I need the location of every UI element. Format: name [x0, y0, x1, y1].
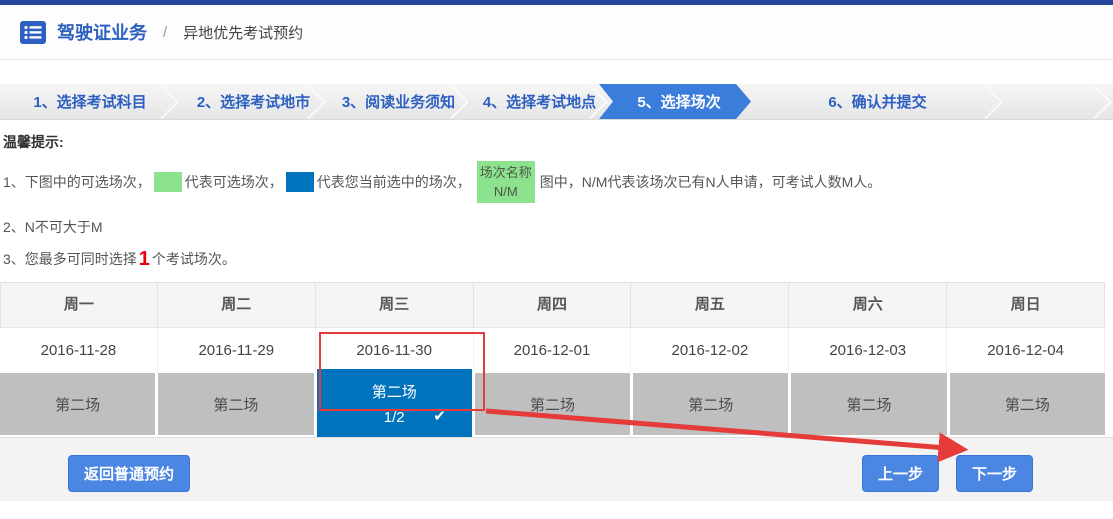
max-select-count: 1 [139, 249, 150, 269]
tips-title: 温馨提示: [3, 132, 1110, 152]
breadcrumb: 异地优先考试预约 [183, 22, 303, 43]
weekday-header-row: 周一 周二 周三 周四 周五 周六 周日 [0, 282, 1105, 328]
tip1-text-1: 1、下图中的可选场次， [3, 172, 151, 192]
session-cell[interactable]: 第二场 [0, 373, 155, 435]
session-cell[interactable]: 第二场 [158, 373, 313, 435]
date-cell: 2016-12-04 [947, 328, 1105, 373]
page-header: 驾驶证业务 / 异地优先考试预约 [0, 5, 1113, 60]
tip1-text-2: 代表可选场次， [185, 172, 283, 192]
back-to-normal-booking-button[interactable]: 返回普通预约 [68, 455, 190, 492]
tab-strip-filler [1004, 84, 1113, 119]
weekday-header: 周日 [947, 283, 1105, 327]
tab-step-3[interactable]: 3、阅读业务须知 [327, 84, 470, 119]
weekday-header: 周四 [474, 283, 632, 327]
session-cell[interactable]: 第二场 [633, 373, 788, 435]
tip3-prefix: 3、您最多可同时选择 [3, 249, 137, 269]
tab-step-6[interactable]: 6、确认并提交 [751, 84, 1004, 119]
date-cell: 2016-12-01 [474, 328, 632, 373]
legend-sample-ratio: N/M [494, 182, 518, 201]
session-cell-selected[interactable]: 第二场 1/2 ✔ [317, 369, 472, 437]
selected-session-ratio: 1/2 [384, 409, 405, 426]
tip1-text-4: 图中，N/M代表该场次已有N人申请，可考试人数M人。 [540, 172, 881, 192]
date-cell: 2016-12-03 [789, 328, 947, 373]
step-tabs: 1、选择考试科目 2、选择考试地市 3、阅读业务须知 4、选择考试地点 5、选择… [0, 84, 1113, 120]
weekday-header: 周六 [789, 283, 947, 327]
session-cell[interactable]: 第二场 [791, 373, 946, 435]
check-icon: ✔ [433, 407, 446, 425]
list-icon [20, 21, 46, 44]
session-cell[interactable]: 第二场 [950, 373, 1105, 435]
tab-step-4[interactable]: 4、选择考试地点 [470, 84, 609, 119]
available-swatch [154, 172, 182, 192]
date-cell: 2016-11-29 [158, 328, 316, 373]
selected-session-label: 第二场 [372, 381, 417, 402]
weekday-header: 周五 [631, 283, 789, 327]
page-title: 驾驶证业务 [57, 19, 147, 45]
previous-step-button[interactable]: 上一步 [862, 455, 939, 492]
session-cell[interactable]: 第二场 [475, 373, 630, 435]
date-cell: 2016-12-02 [631, 328, 789, 373]
breadcrumb-separator: / [163, 24, 167, 41]
tip-line-3: 3、您最多可同时选择 1 个考试场次。 [3, 249, 1110, 269]
tips-section: 温馨提示: 1、下图中的可选场次， 代表可选场次， 代表您当前选中的场次， 场次… [0, 120, 1113, 269]
tab-step-1[interactable]: 1、选择考试科目 [0, 84, 180, 119]
tip3-suffix: 个考试场次。 [152, 249, 236, 269]
session-schedule-table: 周一 周二 周三 周四 周五 周六 周日 2016-11-28 2016-11-… [0, 282, 1105, 435]
next-step-button[interactable]: 下一步 [956, 455, 1033, 492]
footer-bar: 返回普通预约 上一步 下一步 [0, 437, 1113, 501]
tip-line-1: 1、下图中的可选场次， 代表可选场次， 代表您当前选中的场次， 场次名称 N/M… [3, 159, 1110, 205]
weekday-header: 周三 [316, 283, 474, 327]
legend-sample-box: 场次名称 N/M [477, 161, 535, 203]
date-cell: 2016-11-28 [0, 328, 158, 373]
weekday-header: 周一 [0, 283, 158, 327]
date-cell: 2016-11-30 [316, 328, 474, 373]
date-row: 2016-11-28 2016-11-29 2016-11-30 2016-12… [0, 328, 1105, 373]
selected-swatch [286, 172, 314, 192]
weekday-header: 周二 [158, 283, 316, 327]
session-row: 第二场 第二场 第二场 1/2 ✔ 第二场 第二场 第二场 第二场 [0, 373, 1105, 435]
tip1-text-3: 代表您当前选中的场次， [317, 172, 471, 192]
legend-sample-title: 场次名称 [480, 163, 532, 182]
tab-step-2[interactable]: 2、选择考试地市 [180, 84, 327, 119]
tab-step-5-active[interactable]: 5、选择场次 [599, 84, 751, 119]
tip-line-2: 2、N不可大于M [3, 217, 1110, 237]
